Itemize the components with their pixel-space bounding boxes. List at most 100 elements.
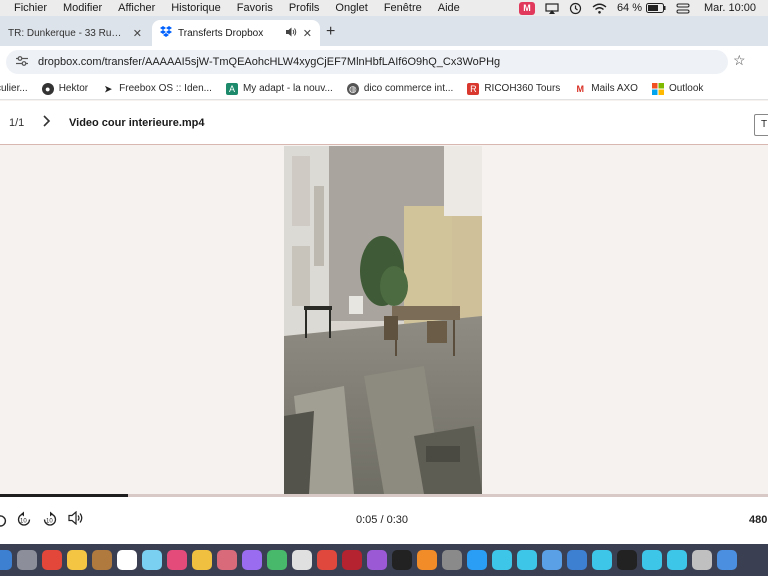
dock-app-icon[interactable] <box>17 550 37 570</box>
status-app-icon[interactable]: M <box>518 1 535 15</box>
bookmark-star-icon[interactable]: ☆ <box>733 52 746 69</box>
tab-dropbox[interactable]: Transferts Dropbox ✕ <box>152 20 320 46</box>
menu-aide[interactable]: Aide <box>438 2 460 14</box>
dock-app-icon[interactable] <box>617 550 637 570</box>
site-settings-icon[interactable] <box>16 55 30 69</box>
viewer-header: 1/1 Video cour interieure.mp4 <box>0 101 768 145</box>
header-action-button[interactable]: T <box>754 114 768 136</box>
dock-app-icon[interactable] <box>117 550 137 570</box>
bookmark-item[interactable]: culier... <box>0 83 28 94</box>
svg-text:10: 10 <box>20 519 27 525</box>
menu-fichier[interactable]: Fichier <box>14 2 47 14</box>
speaker-icon[interactable] <box>285 27 297 40</box>
menu-fenetre[interactable]: Fenêtre <box>384 2 422 14</box>
address-bar[interactable]: dropbox.com/transfer/AAAAAI5sjW-TmQEAohc… <box>6 50 728 74</box>
time-machine-icon[interactable] <box>569 2 582 15</box>
close-icon[interactable]: ✕ <box>303 27 312 40</box>
dock-app-icon[interactable] <box>167 550 187 570</box>
video-stage[interactable] <box>0 146 768 494</box>
bookmark-dico[interactable]: ◍ dico commerce int... <box>346 82 454 95</box>
quality-selector[interactable]: 480p <box>749 514 768 526</box>
playback-time: 0:05 / 0:30 <box>356 514 408 526</box>
dock-app-icon[interactable] <box>717 550 737 570</box>
volume-icon[interactable] <box>68 510 84 528</box>
tab-title: Transferts Dropbox <box>178 27 264 39</box>
dock-app-icon[interactable] <box>392 550 412 570</box>
bookmark-outlook[interactable]: Outlook <box>651 82 704 95</box>
bookmark-label: RICOH360 Tours <box>484 83 561 94</box>
bookmark-mails-axo[interactable]: M Mails AXO <box>574 83 638 95</box>
dock-app-icon[interactable] <box>592 550 612 570</box>
microsoft-icon <box>651 82 664 95</box>
bookmark-ricoh[interactable]: R RICOH360 Tours <box>467 82 561 95</box>
bookmark-label: dico commerce int... <box>363 83 454 94</box>
adapt-icon: A <box>225 82 238 95</box>
dock-app-icon[interactable] <box>342 550 362 570</box>
dock-app-icon[interactable] <box>567 550 587 570</box>
dock-app-icon[interactable] <box>467 550 487 570</box>
browser-toolbar: dropbox.com/transfer/AAAAAI5sjW-TmQEAohc… <box>0 46 768 78</box>
skip-forward-10-icon[interactable]: 10 <box>42 511 58 530</box>
dock-app-icon[interactable] <box>42 550 62 570</box>
video-frame[interactable] <box>284 146 482 494</box>
url-text: dropbox.com/transfer/AAAAAI5sjW-TmQEAohc… <box>38 56 501 68</box>
tab-dunkerque[interactable]: TR: Dunkerque - 33 Rue Natio ✕ <box>0 20 150 46</box>
menu-historique[interactable]: Historique <box>171 2 221 14</box>
status-menus: M 64 % Mar. 10:00 <box>509 1 768 15</box>
new-tab-icon[interactable]: + <box>326 22 335 42</box>
menu-favoris[interactable]: Favoris <box>237 2 273 14</box>
svg-text:10: 10 <box>46 519 53 525</box>
airplay-icon[interactable] <box>545 2 559 14</box>
dock-app-icon[interactable] <box>492 550 512 570</box>
dropbox-icon <box>160 26 172 40</box>
dock-app-icon[interactable] <box>542 550 562 570</box>
dock-app-icon[interactable] <box>417 550 437 570</box>
player-controls: 10 10 0:05 / 0:30 480p <box>0 497 768 544</box>
dock-app-icon[interactable] <box>192 550 212 570</box>
dock-app-icon[interactable] <box>217 550 237 570</box>
bookmark-label: Outlook <box>668 83 704 94</box>
menu-modifier[interactable]: Modifier <box>63 2 102 14</box>
battery-icon[interactable] <box>646 3 666 13</box>
tab-strip: TR: Dunkerque - 33 Rue Natio ✕ Transfert… <box>0 16 768 46</box>
courtyard-video-image <box>284 146 482 494</box>
dock-app-icon[interactable] <box>242 550 262 570</box>
dock-app-icon[interactable] <box>317 550 337 570</box>
menu-afficher[interactable]: Afficher <box>118 2 155 14</box>
file-title: Video cour interieure.mp4 <box>69 117 205 129</box>
dock-app-icon[interactable] <box>667 550 687 570</box>
dock-app-icon[interactable] <box>692 550 712 570</box>
menu-profils[interactable]: Profils <box>289 2 320 14</box>
chevron-right-icon[interactable] <box>41 114 51 131</box>
dock-app-icon[interactable] <box>442 550 462 570</box>
bookmark-label: Mails AXO <box>591 83 638 94</box>
macos-dock <box>0 544 768 576</box>
dock-app-icon[interactable] <box>142 550 162 570</box>
gmail-icon: M <box>576 83 585 94</box>
dock-app-icon[interactable] <box>267 550 287 570</box>
bookmark-my-adapt[interactable]: A My adapt - la nouv... <box>225 82 333 95</box>
hektor-icon: ● <box>41 82 54 95</box>
bookmark-label: Freebox OS :: Iden... <box>119 83 212 94</box>
wifi-icon[interactable] <box>592 3 607 14</box>
bookmark-label: Hektor <box>58 83 89 94</box>
menu-clock[interactable]: Mar. 10:00 <box>704 2 756 14</box>
battery-percent[interactable]: 64 % <box>617 2 642 14</box>
file-counter: 1/1 <box>9 117 25 129</box>
close-icon[interactable]: ✕ <box>133 27 142 40</box>
rewind-icon[interactable] <box>0 511 8 530</box>
control-center-icon[interactable] <box>676 3 690 14</box>
dock-app-icon[interactable] <box>367 550 387 570</box>
dock-app-icon[interactable] <box>67 550 87 570</box>
dock-app-icon[interactable] <box>0 550 12 570</box>
ricoh-icon: R <box>467 82 480 95</box>
skip-back-10-icon[interactable]: 10 <box>16 511 32 530</box>
bookmark-freebox[interactable]: ➤ Freebox OS :: Iden... <box>102 83 212 95</box>
dock-app-icon[interactable] <box>642 550 662 570</box>
bookmark-label: My adapt - la nouv... <box>242 83 333 94</box>
dock-app-icon[interactable] <box>517 550 537 570</box>
dock-app-icon[interactable] <box>292 550 312 570</box>
dock-app-icon[interactable] <box>92 550 112 570</box>
menu-onglet[interactable]: Onglet <box>335 2 367 14</box>
bookmark-hektor[interactable]: ● Hektor <box>41 82 89 95</box>
